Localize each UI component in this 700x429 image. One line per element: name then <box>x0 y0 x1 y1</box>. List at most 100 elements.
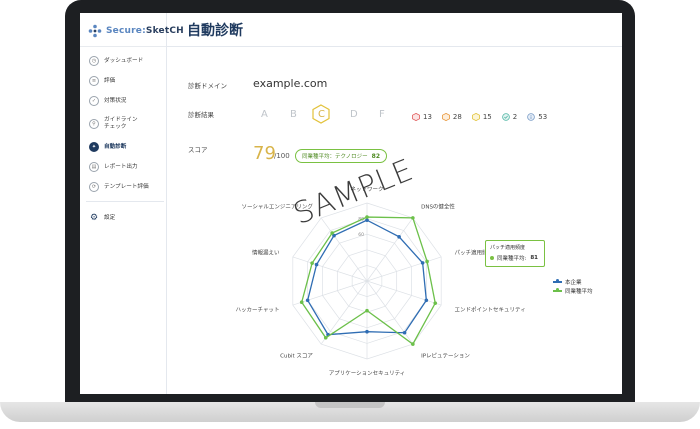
grade-f: F <box>379 109 385 120</box>
count-critical-value: 13 <box>423 113 432 121</box>
sidebar-item-status[interactable]: ✓ 対策状況 <box>86 91 164 111</box>
radar-point <box>424 298 429 303</box>
radar-point <box>323 335 328 340</box>
brand-name-a: Secure <box>106 26 143 36</box>
dashboard-icon: ◷ <box>89 56 99 66</box>
count-medium-value: 15 <box>482 113 492 121</box>
tooltip-row: 同業種平均: 81 <box>490 254 540 262</box>
radar-point <box>330 231 334 235</box>
evaluation-icon: ≡ <box>89 76 99 86</box>
sidebar-item-evaluation[interactable]: ≡ 評価 <box>86 71 164 91</box>
grade-c: C <box>318 109 325 120</box>
sidebar-item-label: ガイドライン チェック <box>104 117 138 130</box>
legend-label: 同業種平均 <box>565 288 593 295</box>
grade-d: D <box>350 109 358 120</box>
sidebar-item-template[interactable]: ⟳ テンプレート評価 <box>86 177 164 197</box>
template-icon: ⟳ <box>89 182 99 192</box>
radar-axis-line <box>366 217 414 282</box>
radar-point <box>305 298 310 303</box>
radar-point <box>411 342 415 346</box>
sidebar-item-label: レポート出力 <box>104 163 138 170</box>
count-info: 53 <box>527 113 547 121</box>
sidebar-item-report[interactable]: ▤ レポート出力 <box>86 157 164 177</box>
chart-tooltip: パッチ適用頻度 同業種平均: 81 <box>485 240 545 267</box>
page-title: 自動診断 <box>187 23 243 39</box>
count-high-value: 28 <box>452 113 462 121</box>
sidebar-item-label: 設定 <box>104 214 116 221</box>
info-icon <box>527 113 536 121</box>
industry-average-value: 82 <box>371 152 381 160</box>
medium-hex-icon <box>471 113 480 121</box>
sidebar-item-label: 対策状況 <box>104 97 127 104</box>
radar-point <box>314 262 319 267</box>
grade-b: B <box>290 109 297 120</box>
radar-point <box>310 261 314 265</box>
radar-point <box>365 215 369 219</box>
radar-point <box>365 329 369 334</box>
laptop-notch <box>315 402 385 408</box>
guideline-icon: ⚲ <box>89 119 99 129</box>
radar-point <box>402 330 407 335</box>
count-critical: 13 <box>412 113 432 121</box>
radar-axis-line <box>292 256 368 282</box>
radar-point <box>433 301 438 305</box>
legend-swatch <box>553 288 562 292</box>
radar-axis-label: ハッカーチャット <box>236 306 280 313</box>
radar-point <box>425 259 429 264</box>
radar-axis-label: 情報漏えい <box>252 249 280 257</box>
radar-point <box>420 261 425 265</box>
divider <box>86 201 164 202</box>
industry-average-label: 同業種平均：テクノロジー <box>302 154 368 160</box>
auto-diagnosis-icon: ✦ <box>89 142 99 152</box>
high-hex-icon <box>442 113 450 121</box>
legend-swatch <box>553 279 562 283</box>
tooltip-series: 同業種平均: <box>497 256 527 262</box>
sidebar-item-settings[interactable]: ⚙ 設定 <box>86 208 164 228</box>
legend-item-company[interactable]: 本企業 <box>553 277 593 286</box>
domain-value: example.com <box>253 77 328 90</box>
domain-label: 診断ドメイン <box>188 82 227 90</box>
count-info-value: 53 <box>538 113 548 121</box>
sidebar: Secure:SketCH ◷ ダッシュボード ≡ 評価 ✓ 対策状況 ⚲ ガイ… <box>80 13 184 394</box>
divider <box>80 46 166 47</box>
radar-tick-label: 60 <box>358 232 364 238</box>
count-low: 2 <box>501 113 518 121</box>
sidebar-item-label: 自動診断 <box>104 143 127 150</box>
radar-point <box>365 218 369 222</box>
score-max: /100 <box>274 152 290 160</box>
report-icon: ▤ <box>89 162 99 172</box>
check-icon: ✓ <box>89 96 99 106</box>
legend-item-industry[interactable]: 同業種平均 <box>553 286 593 295</box>
legend-label: 本企業 <box>565 279 582 286</box>
count-medium: 15 <box>471 113 492 121</box>
score-value: 79 <box>253 143 276 164</box>
industry-average-badge: 同業種平均：テクノロジー 82 <box>295 149 388 163</box>
issue-counts: 13 28 15 2 53 <box>412 113 557 121</box>
sidebar-item-guideline[interactable]: ⚲ ガイドライン チェック <box>86 111 164 137</box>
logo-icon <box>88 24 102 38</box>
count-low-value: 2 <box>512 113 518 121</box>
sidebar-item-label: ダッシュボード <box>104 57 144 64</box>
radar-axis-label: IPレピュテーション <box>421 352 470 359</box>
critical-hex-icon <box>412 113 420 121</box>
main-content: 自動診断 診断ドメイン example.com 診断結果 A B C D F 1… <box>167 13 622 394</box>
tooltip-title: パッチ適用頻度 <box>490 245 526 251</box>
radar-point <box>411 216 415 220</box>
low-check-icon <box>501 113 510 121</box>
sidebar-item-label: 評価 <box>104 77 116 84</box>
radar-axis-label: エンドポイントセキュリティ <box>455 306 526 313</box>
radar-axis-label: Cubit スコア <box>280 352 313 359</box>
radar-axis-label: アプリケーションセキュリティ <box>329 370 406 377</box>
radar-point <box>299 300 304 305</box>
sidebar-item-auto-diagnosis[interactable]: ✦ 自動診断 <box>86 137 164 157</box>
app-screen: Secure:SketCH ◷ ダッシュボード ≡ 評価 ✓ 対策状況 ⚲ ガイ… <box>80 13 622 394</box>
sidebar-item-label: テンプレート評価 <box>104 183 149 190</box>
radar-axis-label: DNSの健全性 <box>421 203 455 211</box>
score-label: スコア <box>188 146 208 154</box>
radar-axis-line <box>366 280 414 345</box>
chart-legend: 本企業 同業種平均 <box>553 277 593 295</box>
result-label: 診断結果 <box>188 111 214 119</box>
radar-point <box>365 308 369 313</box>
sidebar-item-dashboard[interactable]: ◷ ダッシュボード <box>86 51 164 71</box>
radar-axis-line <box>366 280 442 306</box>
